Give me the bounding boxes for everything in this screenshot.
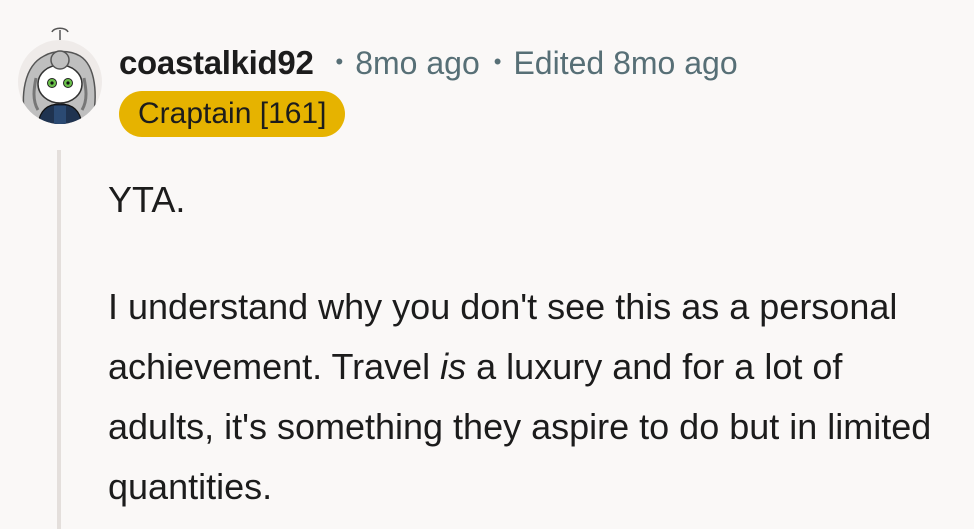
separator-dot: •	[493, 49, 502, 74]
user-flair-badge: Craptain [161]	[119, 91, 346, 137]
comment: coastalkid92 • 8mo ago • Edited 8mo ago …	[0, 0, 974, 529]
comment-paragraph: YTA.	[108, 179, 186, 220]
thread-line[interactable]	[57, 150, 61, 529]
flair-text: Craptain [161]	[138, 97, 327, 130]
separator-dot: •	[335, 49, 344, 74]
comment-paragraph: I understand why you don't see this as a…	[108, 277, 958, 517]
comment-timestamp[interactable]: 8mo ago	[355, 45, 480, 82]
comment-meta: coastalkid92 • 8mo ago • Edited 8mo ago	[119, 40, 738, 86]
snoo-avatar-icon	[18, 27, 102, 124]
user-avatar[interactable]	[14, 26, 106, 124]
edited-label: Edited 8mo ago	[513, 44, 738, 81]
username-link[interactable]: coastalkid92	[119, 44, 314, 82]
emphasized-text: is	[440, 346, 467, 387]
comment-body: YTA. I understand why you don't see this…	[108, 170, 958, 517]
